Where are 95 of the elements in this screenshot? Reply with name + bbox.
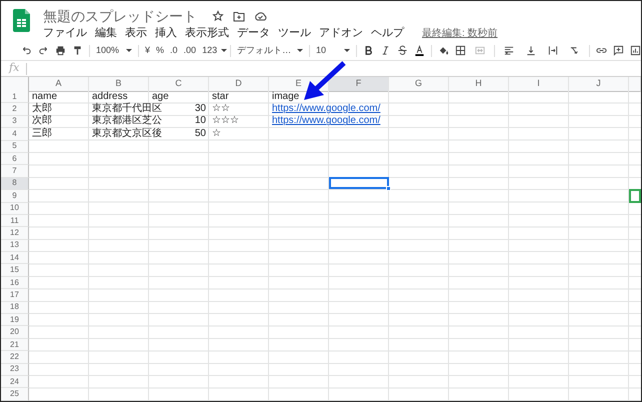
toolbar-button[interactable]: .0: [170, 44, 178, 58]
document-title[interactable]: 無題のスプレッドシート: [43, 6, 197, 26]
row-header[interactable]: 10: [1, 202, 29, 215]
row-header[interactable]: 13: [1, 240, 29, 252]
link[interactable]: https://www.google.com/: [269, 103, 384, 115]
row-header[interactable]: 12: [1, 227, 29, 240]
formula-label: fx: [9, 60, 20, 76]
paint-roller-icon[interactable]: [72, 45, 83, 56]
fill-color-icon[interactable]: [438, 45, 450, 56]
link[interactable]: https://www.google.com/: [269, 116, 384, 128]
menu-item[interactable]: 編集: [95, 24, 117, 42]
folder-icon[interactable]: [233, 10, 245, 22]
row-header[interactable]: 1: [1, 91, 29, 104]
row-header[interactable]: 16: [1, 276, 29, 290]
row-header[interactable]: 8: [1, 178, 29, 190]
toolbar-dropdown[interactable]: 100%: [96, 44, 132, 58]
column-header: [629, 77, 641, 92]
borders-icon[interactable]: [455, 45, 466, 56]
row-header[interactable]: 18: [1, 302, 29, 314]
column-header[interactable]: D: [209, 77, 269, 92]
table-cell-text: 東京都文京区後: [91, 128, 163, 140]
table-cell-text: 次郎: [31, 116, 53, 128]
toolbar-dropdown[interactable]: 10: [316, 44, 350, 58]
toolbar-dropdown[interactable]: 123: [202, 44, 224, 58]
table-cell-text: ☆: [211, 128, 222, 140]
row-header[interactable]: 21: [1, 338, 29, 352]
menu-item[interactable]: 表示: [125, 24, 147, 42]
menu-item[interactable]: ツール: [278, 24, 311, 42]
row-header[interactable]: 24: [1, 376, 29, 388]
row-header[interactable]: 25: [1, 388, 29, 401]
annotation-arrow: [302, 61, 346, 102]
column-header[interactable]: G: [389, 77, 449, 92]
row-header[interactable]: 15: [1, 264, 29, 277]
text-color-icon[interactable]: [414, 45, 426, 56]
selected-cell[interactable]: [329, 176, 389, 190]
menu-item[interactable]: 挿入: [155, 24, 177, 42]
strikethrough-icon[interactable]: [397, 45, 408, 56]
row-header[interactable]: 7: [1, 165, 29, 178]
menu-item[interactable]: アドオン: [319, 24, 363, 42]
chart-icon[interactable]: [630, 45, 641, 56]
star-icon[interactable]: [212, 10, 224, 22]
table-cell-text: image: [271, 91, 300, 102]
column-header[interactable]: J: [569, 77, 629, 92]
undo-icon[interactable]: [21, 45, 32, 56]
table-cell-text: age: [151, 91, 170, 102]
toolbar-button[interactable]: ¥: [145, 44, 150, 58]
redo-icon[interactable]: [38, 45, 49, 56]
corner-header: [1, 77, 29, 92]
table-cell-text: 東京都千代田区: [91, 103, 163, 114]
print-icon[interactable]: [55, 45, 66, 56]
table-cell-text: star: [211, 91, 230, 102]
cloud-icon[interactable]: [254, 11, 267, 21]
table-cell-text: address: [91, 91, 129, 102]
row-header[interactable]: 9: [1, 190, 29, 203]
fill-handle-icon[interactable]: [386, 186, 391, 192]
toolbar-button[interactable]: .00: [184, 44, 196, 58]
table-cell-text: 50: [194, 128, 207, 140]
column-header[interactable]: I: [509, 77, 569, 92]
row-header[interactable]: 5: [1, 140, 29, 153]
table-cell-text: ☆☆☆: [211, 116, 240, 128]
table-cell-text: 太郎: [31, 103, 53, 114]
italic-icon[interactable]: [380, 45, 392, 56]
table-cell-text: 10: [194, 116, 207, 128]
comment-icon[interactable]: [613, 45, 624, 56]
toolbar-button[interactable]: %: [156, 44, 164, 58]
table-cell-text: name: [31, 91, 58, 102]
column-header[interactable]: B: [89, 77, 149, 92]
column-header[interactable]: H: [449, 77, 509, 92]
row-header[interactable]: 19: [1, 314, 29, 326]
menu-item[interactable]: 表示形式: [185, 24, 229, 42]
table-cell-text: 三郎: [31, 128, 53, 140]
last-edit-link[interactable]: 最終編集: 数秒前: [422, 26, 498, 40]
column-header[interactable]: C: [149, 77, 209, 92]
toolbar-dropdown[interactable]: デフォルト…: [237, 44, 304, 58]
row-header[interactable]: 4: [1, 128, 29, 141]
table-cell-text: 30: [194, 103, 207, 115]
menu-item[interactable]: ファイル: [43, 24, 87, 42]
row-header[interactable]: 23: [1, 364, 29, 376]
menu-item[interactable]: データ: [237, 24, 270, 42]
row-header[interactable]: 20: [1, 326, 29, 339]
spreadsheet-logo-icon[interactable]: [13, 9, 30, 32]
row-header[interactable]: 3: [1, 116, 29, 128]
row-header[interactable]: 2: [1, 103, 29, 116]
row-header[interactable]: 17: [1, 289, 29, 302]
table-cell-text: 東京都港区芝公: [91, 116, 163, 128]
link-icon[interactable]: [596, 45, 608, 56]
row-header[interactable]: 22: [1, 351, 29, 364]
menu-item[interactable]: ヘルプ: [371, 24, 404, 42]
row-header[interactable]: 14: [1, 252, 29, 264]
bold-icon[interactable]: [363, 45, 374, 56]
row-header[interactable]: 6: [1, 152, 29, 166]
table-cell-text: ☆☆: [211, 103, 231, 115]
column-header[interactable]: F: [329, 77, 389, 92]
row-header[interactable]: 11: [1, 214, 29, 228]
column-header[interactable]: A: [29, 77, 89, 92]
